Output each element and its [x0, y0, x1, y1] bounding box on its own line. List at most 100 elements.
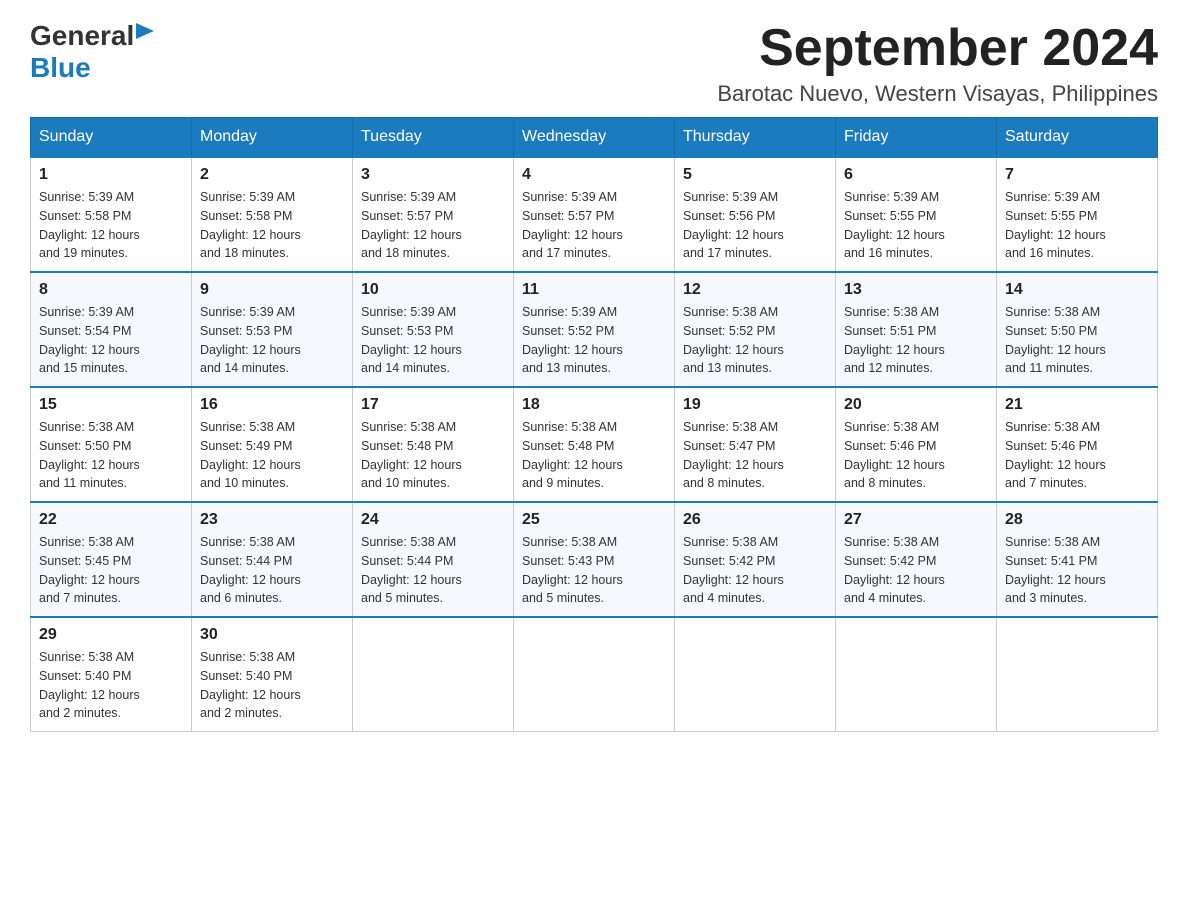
day-info: Sunrise: 5:39 AM Sunset: 5:57 PM Dayligh…	[522, 188, 666, 263]
day-number: 8	[39, 281, 183, 299]
calendar-cell: 15 Sunrise: 5:38 AM Sunset: 5:50 PM Dayl…	[31, 387, 192, 502]
day-number: 13	[844, 281, 988, 299]
title-section: September 2024 Barotac Nuevo, Western Vi…	[717, 20, 1158, 107]
day-number: 15	[39, 396, 183, 414]
calendar-cell: 9 Sunrise: 5:39 AM Sunset: 5:53 PM Dayli…	[192, 272, 353, 387]
day-header-monday: Monday	[192, 118, 353, 158]
day-number: 28	[1005, 511, 1149, 529]
calendar-cell: 19 Sunrise: 5:38 AM Sunset: 5:47 PM Dayl…	[675, 387, 836, 502]
month-year-title: September 2024	[717, 20, 1158, 77]
day-info: Sunrise: 5:38 AM Sunset: 5:44 PM Dayligh…	[200, 533, 344, 608]
day-number: 30	[200, 626, 344, 644]
calendar-week-row: 15 Sunrise: 5:38 AM Sunset: 5:50 PM Dayl…	[31, 387, 1158, 502]
calendar-cell	[997, 617, 1158, 732]
calendar-cell: 23 Sunrise: 5:38 AM Sunset: 5:44 PM Dayl…	[192, 502, 353, 617]
day-info: Sunrise: 5:39 AM Sunset: 5:55 PM Dayligh…	[1005, 188, 1149, 263]
day-info: Sunrise: 5:39 AM Sunset: 5:57 PM Dayligh…	[361, 188, 505, 263]
day-info: Sunrise: 5:38 AM Sunset: 5:51 PM Dayligh…	[844, 303, 988, 378]
day-info: Sunrise: 5:38 AM Sunset: 5:42 PM Dayligh…	[683, 533, 827, 608]
day-header-tuesday: Tuesday	[353, 118, 514, 158]
day-info: Sunrise: 5:38 AM Sunset: 5:52 PM Dayligh…	[683, 303, 827, 378]
calendar-cell: 27 Sunrise: 5:38 AM Sunset: 5:42 PM Dayl…	[836, 502, 997, 617]
day-info: Sunrise: 5:38 AM Sunset: 5:40 PM Dayligh…	[200, 648, 344, 723]
day-info: Sunrise: 5:39 AM Sunset: 5:52 PM Dayligh…	[522, 303, 666, 378]
calendar-cell: 10 Sunrise: 5:39 AM Sunset: 5:53 PM Dayl…	[353, 272, 514, 387]
day-info: Sunrise: 5:39 AM Sunset: 5:54 PM Dayligh…	[39, 303, 183, 378]
calendar-cell: 25 Sunrise: 5:38 AM Sunset: 5:43 PM Dayl…	[514, 502, 675, 617]
day-number: 6	[844, 166, 988, 184]
day-info: Sunrise: 5:39 AM Sunset: 5:58 PM Dayligh…	[39, 188, 183, 263]
calendar-cell: 6 Sunrise: 5:39 AM Sunset: 5:55 PM Dayli…	[836, 157, 997, 272]
day-number: 2	[200, 166, 344, 184]
day-number: 23	[200, 511, 344, 529]
day-info: Sunrise: 5:39 AM Sunset: 5:55 PM Dayligh…	[844, 188, 988, 263]
day-number: 7	[1005, 166, 1149, 184]
day-info: Sunrise: 5:39 AM Sunset: 5:58 PM Dayligh…	[200, 188, 344, 263]
day-header-thursday: Thursday	[675, 118, 836, 158]
day-number: 11	[522, 281, 666, 299]
day-number: 10	[361, 281, 505, 299]
calendar-cell: 12 Sunrise: 5:38 AM Sunset: 5:52 PM Dayl…	[675, 272, 836, 387]
day-info: Sunrise: 5:38 AM Sunset: 5:46 PM Dayligh…	[1005, 418, 1149, 493]
calendar-cell: 7 Sunrise: 5:39 AM Sunset: 5:55 PM Dayli…	[997, 157, 1158, 272]
day-number: 17	[361, 396, 505, 414]
calendar-cell: 21 Sunrise: 5:38 AM Sunset: 5:46 PM Dayl…	[997, 387, 1158, 502]
calendar-cell: 8 Sunrise: 5:39 AM Sunset: 5:54 PM Dayli…	[31, 272, 192, 387]
day-info: Sunrise: 5:38 AM Sunset: 5:43 PM Dayligh…	[522, 533, 666, 608]
day-info: Sunrise: 5:38 AM Sunset: 5:48 PM Dayligh…	[361, 418, 505, 493]
calendar-cell: 18 Sunrise: 5:38 AM Sunset: 5:48 PM Dayl…	[514, 387, 675, 502]
calendar-cell: 11 Sunrise: 5:39 AM Sunset: 5:52 PM Dayl…	[514, 272, 675, 387]
calendar-cell: 3 Sunrise: 5:39 AM Sunset: 5:57 PM Dayli…	[353, 157, 514, 272]
day-number: 3	[361, 166, 505, 184]
day-number: 21	[1005, 396, 1149, 414]
day-info: Sunrise: 5:38 AM Sunset: 5:46 PM Dayligh…	[844, 418, 988, 493]
day-header-wednesday: Wednesday	[514, 118, 675, 158]
day-number: 5	[683, 166, 827, 184]
day-number: 4	[522, 166, 666, 184]
calendar-week-row: 22 Sunrise: 5:38 AM Sunset: 5:45 PM Dayl…	[31, 502, 1158, 617]
calendar-cell: 28 Sunrise: 5:38 AM Sunset: 5:41 PM Dayl…	[997, 502, 1158, 617]
day-number: 16	[200, 396, 344, 414]
calendar-cell: 20 Sunrise: 5:38 AM Sunset: 5:46 PM Dayl…	[836, 387, 997, 502]
day-number: 9	[200, 281, 344, 299]
calendar-cell: 29 Sunrise: 5:38 AM Sunset: 5:40 PM Dayl…	[31, 617, 192, 732]
day-header-sunday: Sunday	[31, 118, 192, 158]
day-number: 29	[39, 626, 183, 644]
day-info: Sunrise: 5:38 AM Sunset: 5:40 PM Dayligh…	[39, 648, 183, 723]
logo-flag-icon	[136, 23, 154, 45]
calendar-cell	[675, 617, 836, 732]
logo-general-text: General	[30, 20, 134, 52]
calendar-cell	[514, 617, 675, 732]
day-number: 22	[39, 511, 183, 529]
calendar-cell: 2 Sunrise: 5:39 AM Sunset: 5:58 PM Dayli…	[192, 157, 353, 272]
day-info: Sunrise: 5:38 AM Sunset: 5:50 PM Dayligh…	[1005, 303, 1149, 378]
calendar-cell: 22 Sunrise: 5:38 AM Sunset: 5:45 PM Dayl…	[31, 502, 192, 617]
calendar-cell: 24 Sunrise: 5:38 AM Sunset: 5:44 PM Dayl…	[353, 502, 514, 617]
logo-blue-text: Blue	[30, 52, 91, 83]
page-header: General Blue September 2024 Barotac Nuev…	[30, 20, 1158, 107]
day-info: Sunrise: 5:38 AM Sunset: 5:48 PM Dayligh…	[522, 418, 666, 493]
day-headers-row: SundayMondayTuesdayWednesdayThursdayFrid…	[31, 118, 1158, 158]
day-number: 12	[683, 281, 827, 299]
day-header-friday: Friday	[836, 118, 997, 158]
day-info: Sunrise: 5:39 AM Sunset: 5:53 PM Dayligh…	[200, 303, 344, 378]
day-number: 27	[844, 511, 988, 529]
day-number: 24	[361, 511, 505, 529]
day-info: Sunrise: 5:38 AM Sunset: 5:45 PM Dayligh…	[39, 533, 183, 608]
day-number: 14	[1005, 281, 1149, 299]
day-number: 19	[683, 396, 827, 414]
calendar-week-row: 29 Sunrise: 5:38 AM Sunset: 5:40 PM Dayl…	[31, 617, 1158, 732]
calendar-cell: 26 Sunrise: 5:38 AM Sunset: 5:42 PM Dayl…	[675, 502, 836, 617]
day-info: Sunrise: 5:39 AM Sunset: 5:53 PM Dayligh…	[361, 303, 505, 378]
location-subtitle: Barotac Nuevo, Western Visayas, Philippi…	[717, 81, 1158, 107]
calendar-cell: 1 Sunrise: 5:39 AM Sunset: 5:58 PM Dayli…	[31, 157, 192, 272]
calendar-cell: 13 Sunrise: 5:38 AM Sunset: 5:51 PM Dayl…	[836, 272, 997, 387]
day-number: 18	[522, 396, 666, 414]
day-info: Sunrise: 5:38 AM Sunset: 5:41 PM Dayligh…	[1005, 533, 1149, 608]
calendar-body: 1 Sunrise: 5:39 AM Sunset: 5:58 PM Dayli…	[31, 157, 1158, 732]
logo: General Blue	[30, 20, 154, 84]
day-number: 20	[844, 396, 988, 414]
calendar-table: SundayMondayTuesdayWednesdayThursdayFrid…	[30, 117, 1158, 732]
day-info: Sunrise: 5:38 AM Sunset: 5:50 PM Dayligh…	[39, 418, 183, 493]
day-info: Sunrise: 5:38 AM Sunset: 5:47 PM Dayligh…	[683, 418, 827, 493]
